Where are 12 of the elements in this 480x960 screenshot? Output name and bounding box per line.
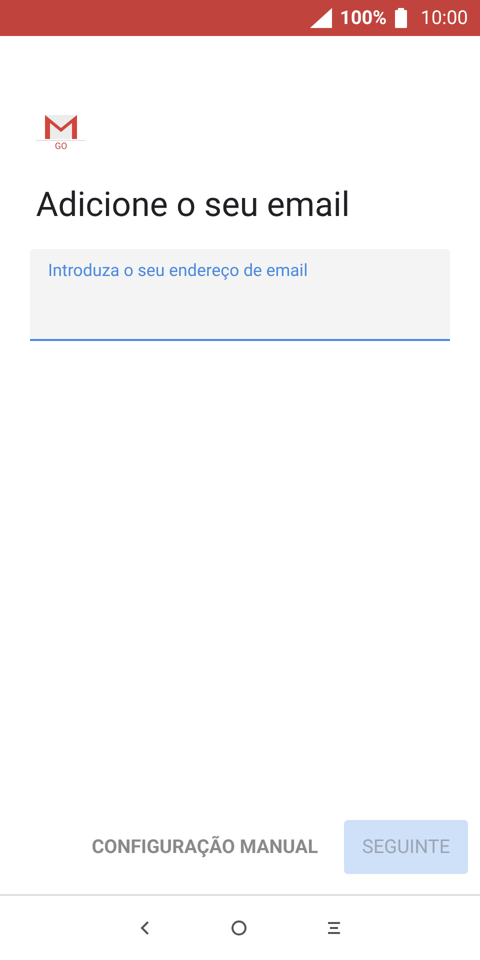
back-icon[interactable]	[139, 920, 151, 936]
menu-icon[interactable]	[327, 921, 341, 935]
email-field[interactable]: Introduza o seu endereço de email	[30, 249, 450, 341]
clock: 10:00	[420, 4, 468, 31]
battery-icon	[394, 8, 407, 28]
signal-icon	[310, 8, 332, 28]
manual-setup-button[interactable]: CONFIGURAÇÃO MANUAL	[74, 820, 336, 874]
page-title: Adicione o seu email	[36, 184, 351, 227]
home-icon[interactable]	[231, 920, 247, 936]
envelope-icon	[44, 114, 78, 140]
battery-percent: 100%	[340, 4, 387, 31]
logo-text: GO	[36, 140, 86, 153]
